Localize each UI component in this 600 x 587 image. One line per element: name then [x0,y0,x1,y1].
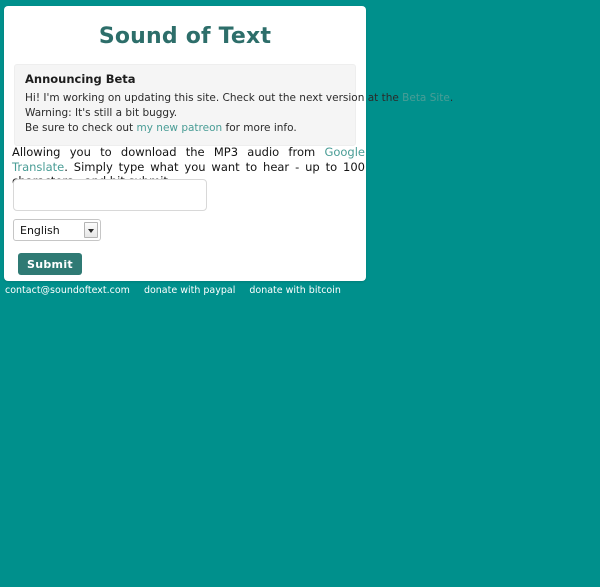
alert-line-2: Warning: It's still a bit buggy. [25,107,178,119]
alert-line-1: Hi! I'm working on updating this site. C… [25,91,453,106]
footer-link-bitcoin[interactable]: donate with bitcoin [249,285,341,296]
footer-link-contact[interactable]: contact@soundoftext.com [5,285,130,296]
alert-title: Announcing Beta [25,72,136,86]
language-select[interactable]: English [13,219,101,241]
beta-announcement-alert: Announcing Beta Hi! I'm working on updat… [14,64,453,146]
chevron-down-icon [88,229,94,233]
description-prefix: Allowing you to download the MP3 audio f… [12,145,325,159]
text-to-speech-input[interactable] [13,179,207,211]
language-select-value: English [20,224,60,237]
page-root: Sound of Text Announcing Beta Hi! I'm wo… [0,0,600,587]
alert-line-3-prefix: Be sure to check out [25,122,137,134]
footer: contact@soundoftext.com donate with payp… [5,285,355,296]
beta-site-link[interactable]: Beta Site [402,92,450,104]
main-card: Sound of Text Announcing Beta Hi! I'm wo… [4,6,453,281]
alert-line-1-prefix: Hi! I'm working on updating this site. C… [25,92,403,104]
submit-button[interactable]: Submit [18,253,82,275]
footer-link-paypal[interactable]: donate with paypal [144,285,235,296]
language-select-button[interactable] [84,222,98,238]
page-title: Sound of Text [98,24,272,49]
alert-line-3-suffix: for more info. [222,122,297,134]
alert-line-3: Be sure to check out my new patreon for … [25,121,345,136]
patreon-link[interactable]: my new patreon [137,122,223,134]
alert-line-1-suffix: . [449,92,454,104]
